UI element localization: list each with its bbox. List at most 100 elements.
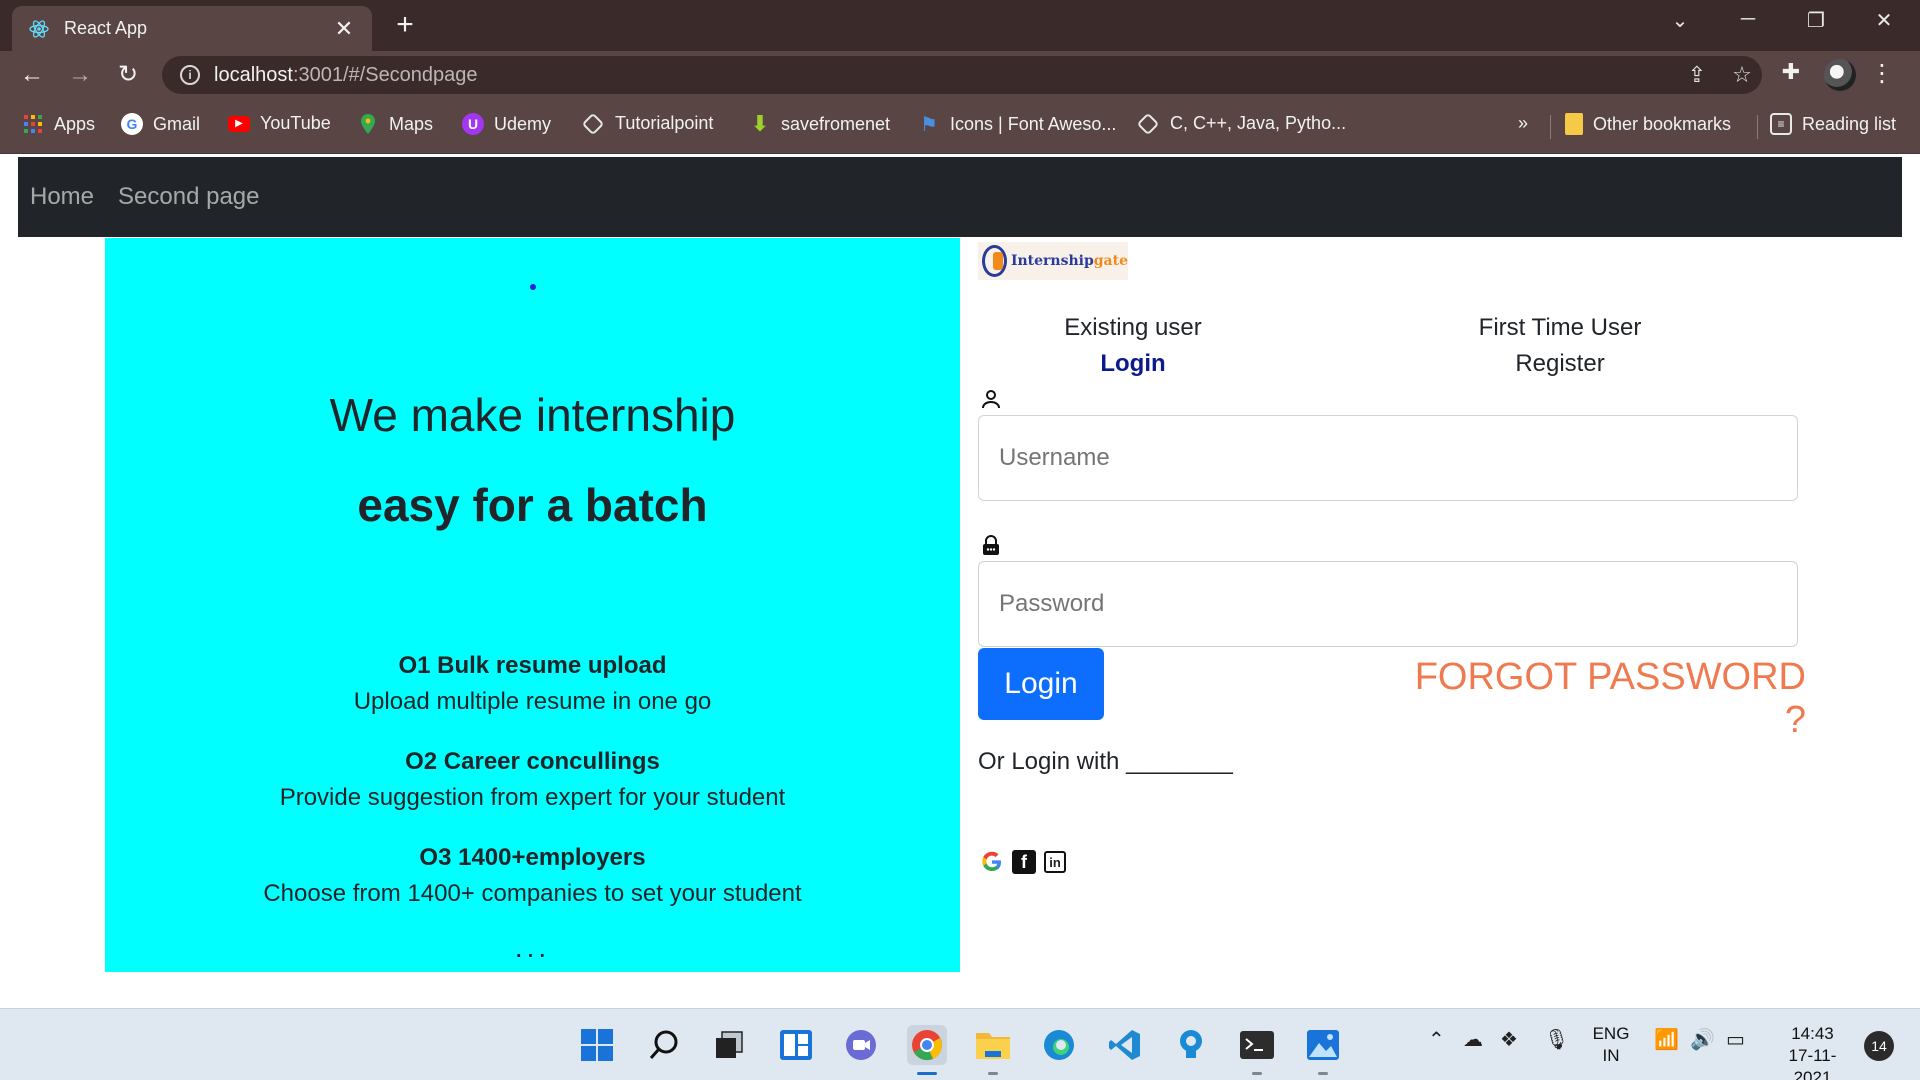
battery-icon[interactable]: ▭ — [1726, 1027, 1745, 1052]
wifi-icon[interactable]: 📶 — [1654, 1027, 1679, 1052]
teams-chat-icon[interactable] — [841, 1025, 881, 1065]
lock-icon — [980, 534, 1002, 556]
bookmarks-divider — [1757, 115, 1758, 139]
or-login-with-text: Or Login with ________ — [978, 748, 1233, 775]
bookmark-youtube[interactable]: ▶ YouTube — [228, 113, 331, 134]
flag-icon: ⚑ — [920, 113, 938, 136]
dropbox-icon[interactable]: ❖ — [1500, 1027, 1518, 1052]
tutorialspoint-icon — [581, 112, 605, 135]
google-icon[interactable] — [980, 850, 1004, 874]
feature-title: O2 Career concullings — [405, 748, 660, 775]
reading-list-button[interactable]: ≡ Reading list — [1770, 113, 1896, 135]
profile-avatar[interactable] — [1824, 59, 1856, 91]
close-window-icon[interactable]: ✕ — [1864, 8, 1904, 33]
edge-icon[interactable] — [1039, 1025, 1079, 1065]
start-windows-icon[interactable] — [577, 1025, 617, 1065]
bookmark-tutorialpoint[interactable]: Tutorialpoint — [581, 112, 713, 135]
linkedin-icon[interactable]: in — [1044, 851, 1066, 873]
bookmark-gmail[interactable]: G Gmail — [121, 113, 200, 135]
carousel-indicator-dot[interactable] — [530, 284, 536, 290]
feature-item: O2 Career concullings Provide suggestion… — [105, 744, 960, 816]
restore-icon[interactable]: ❐ — [1796, 8, 1836, 33]
bookmark-apps[interactable]: Apps — [22, 113, 95, 135]
hero-heading-line1: We make internship — [329, 389, 736, 441]
url-path: :3001/#/Secondpage — [292, 63, 478, 86]
forgot-password-link[interactable]: FORGOT PASSWORD ? — [1406, 656, 1806, 742]
username-input[interactable] — [978, 415, 1798, 501]
notifications-badge[interactable]: 14 — [1864, 1031, 1894, 1061]
new-tab-button[interactable]: + — [390, 10, 420, 40]
browser-menu-icon[interactable]: ⋮ — [1870, 57, 1894, 91]
file-explorer-icon[interactable] — [973, 1025, 1013, 1075]
microphone-icon[interactable]: 🎙 — [1544, 1027, 1569, 1052]
back-icon[interactable]: ← — [16, 60, 48, 90]
bookmark-savefromnet[interactable]: ⬇ savefromenet — [749, 111, 890, 136]
tab-search-icon[interactable]: ⌄ — [1660, 8, 1700, 33]
first-time-user-column: First Time User Register — [1395, 310, 1725, 382]
bookmark-label: Gmail — [153, 113, 201, 134]
register-tab-link[interactable]: Register — [1395, 346, 1725, 382]
password-input[interactable] — [978, 561, 1798, 647]
feature-description: Provide suggestion from expert for your … — [279, 784, 786, 811]
browser-tab[interactable]: React App ✕ — [12, 6, 372, 51]
clock-time: 14:43 — [1791, 1024, 1834, 1043]
maps-pin-icon — [357, 113, 379, 135]
language-code: ENG — [1592, 1024, 1630, 1043]
tab-close-icon[interactable]: ✕ — [332, 16, 356, 42]
chrome-taskbar-icon[interactable] — [907, 1025, 947, 1075]
udemy-icon: U — [462, 113, 484, 135]
os-taskbar: ⌃ ☁ ❖ 🎙 ENG IN 📶 🔊 ▭ 14:43 17-11-2021 14 — [0, 1008, 1920, 1080]
existing-user-column: Existing user Login — [968, 310, 1298, 382]
bookmark-star-icon[interactable]: ☆ — [1727, 62, 1757, 88]
minimize-icon[interactable]: ─ — [1728, 8, 1768, 31]
bookmarks-overflow-button[interactable]: » — [1518, 113, 1528, 134]
share-icon[interactable]: ⇪ — [1682, 62, 1712, 88]
search-icon[interactable] — [644, 1025, 684, 1065]
show-hidden-icons-chevron-icon[interactable]: ⌃ — [1428, 1027, 1445, 1052]
clock[interactable]: 14:43 17-11-2021 — [1770, 1023, 1855, 1080]
hero-heading-line2: easy for a batch — [357, 479, 708, 531]
nav-home-link[interactable]: Home — [30, 183, 94, 211]
internshipgate-logo: Internshipgate — [978, 242, 1128, 280]
facebook-icon[interactable]: f — [1012, 850, 1036, 874]
forward-icon[interactable]: → — [64, 60, 96, 90]
apps-grid-icon — [22, 113, 44, 135]
widgets-icon[interactable] — [776, 1025, 816, 1065]
bookmark-udemy[interactable]: U Udemy — [462, 113, 551, 135]
bookmark-label: Apps — [54, 113, 96, 134]
site-info-icon[interactable]: i — [180, 65, 200, 85]
bookmark-maps[interactable]: Maps — [357, 113, 433, 135]
url-host: localhost — [214, 63, 293, 86]
extensions-puzzle-icon[interactable]: ✚ — [1776, 59, 1806, 85]
tips-bulb-icon[interactable] — [1171, 1025, 1211, 1065]
browser-toolbar: ← → ↻ i localhost :3001/#/Secondpage ⇪ ☆… — [0, 51, 1920, 99]
login-tab-link[interactable]: Login — [968, 346, 1298, 382]
bookmark-label: YouTube — [260, 113, 331, 133]
vscode-icon[interactable] — [1105, 1025, 1145, 1065]
photos-icon[interactable] — [1303, 1025, 1343, 1075]
bookmark-label: Maps — [389, 113, 434, 134]
hero-panel: We make internship easy for a batch O1 B… — [105, 238, 960, 972]
terminal-icon[interactable] — [1237, 1025, 1277, 1075]
address-bar[interactable]: i localhost :3001/#/Secondpage ⇪ ☆ — [162, 56, 1762, 94]
language-indicator[interactable]: ENG IN — [1586, 1023, 1636, 1067]
login-button[interactable]: Login — [978, 648, 1104, 720]
onedrive-cloud-icon[interactable]: ☁ — [1463, 1027, 1483, 1052]
reload-icon[interactable]: ↻ — [112, 60, 144, 90]
logo-mark-icon — [982, 245, 1007, 277]
nav-second-page-link[interactable]: Second page — [118, 183, 259, 211]
volume-icon[interactable]: 🔊 — [1690, 1027, 1715, 1052]
site-navbar: Home Second page — [18, 157, 1902, 237]
bookmark-label: Icons | Font Aweso... — [950, 113, 1117, 134]
bookmarks-divider — [1550, 115, 1551, 139]
folder-icon — [1565, 113, 1583, 135]
bookmark-tutorialspoint-langs[interactable]: C, C++, Java, Pytho... — [1136, 112, 1346, 135]
download-arrow-icon: ⬇ — [750, 111, 770, 136]
bookmark-other-bookmarks[interactable]: Other bookmarks — [1565, 113, 1731, 135]
task-view-icon[interactable] — [709, 1025, 749, 1065]
social-login-group: f in — [980, 850, 1066, 874]
feature-description: Choose from 1400+ companies to set your … — [263, 880, 802, 907]
login-panel: Internshipgate Existing user Login First… — [960, 238, 1920, 978]
bookmarks-bar: Apps G Gmail ▶ YouTube Maps U Udemy Tuto… — [0, 99, 1920, 154]
bookmark-font-awesome[interactable]: ⚑ Icons | Font Aweso... — [918, 113, 1117, 136]
